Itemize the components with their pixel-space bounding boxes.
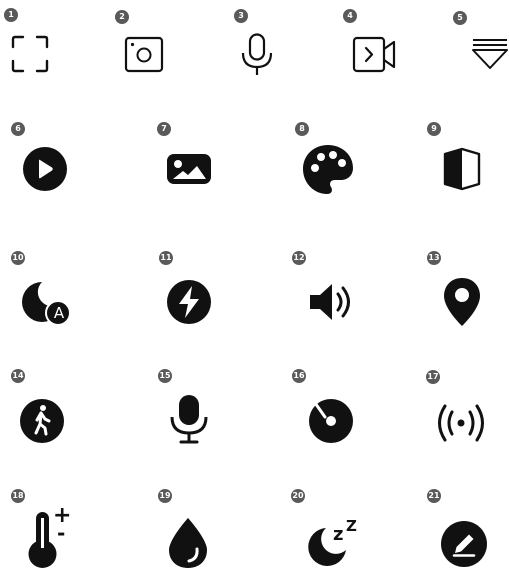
number-badge: 10 <box>11 251 25 265</box>
number-badge: 8 <box>295 122 309 136</box>
walking-person-icon <box>20 399 64 443</box>
broadcast-signal-icon <box>438 404 484 442</box>
number-badge: 1 <box>4 8 18 22</box>
water-drop-icon <box>169 518 207 568</box>
number-badge: 3 <box>234 9 248 23</box>
number-badge: 9 <box>427 122 441 136</box>
number-badge: 18 <box>11 489 25 503</box>
screenshot-camera-icon <box>124 36 164 73</box>
number-badge: 12 <box>292 251 306 265</box>
sleep-z-large: Z <box>346 517 357 535</box>
music-disc-icon <box>309 398 353 443</box>
number-badge: 11 <box>159 251 173 265</box>
number-badge: 16 <box>292 369 306 383</box>
microphone-icon <box>170 395 208 444</box>
notification-shade-icon <box>472 39 508 69</box>
number-badge: 4 <box>343 9 357 23</box>
contrast-shield-icon <box>443 147 481 191</box>
image-icon <box>167 154 211 184</box>
number-badge: 15 <box>158 369 172 383</box>
number-badge: 21 <box>427 489 441 503</box>
number-badge: 19 <box>158 489 172 503</box>
edit-pencil-circle-icon <box>441 521 487 567</box>
minus-sign: - <box>57 521 66 545</box>
number-badge: 2 <box>115 10 129 24</box>
number-badge: 14 <box>11 369 25 383</box>
play-circle-icon <box>23 147 67 191</box>
screen-record-icon <box>352 36 396 73</box>
auto-mode-letter: A <box>53 304 65 322</box>
volume-icon <box>310 284 350 320</box>
number-badge: 20 <box>291 489 305 503</box>
number-badge: 6 <box>11 122 25 136</box>
flash-circle-icon <box>167 280 211 324</box>
microphone-outline-icon <box>241 33 273 75</box>
palette-icon <box>303 145 353 194</box>
number-badge: 7 <box>157 122 171 136</box>
location-pin-icon <box>444 278 480 326</box>
sleep-z-small: z <box>333 524 344 545</box>
number-badge: 13 <box>427 251 441 265</box>
number-badge: 17 <box>426 370 440 384</box>
scan-frame-icon <box>11 35 49 73</box>
number-badge: 5 <box>453 11 467 25</box>
